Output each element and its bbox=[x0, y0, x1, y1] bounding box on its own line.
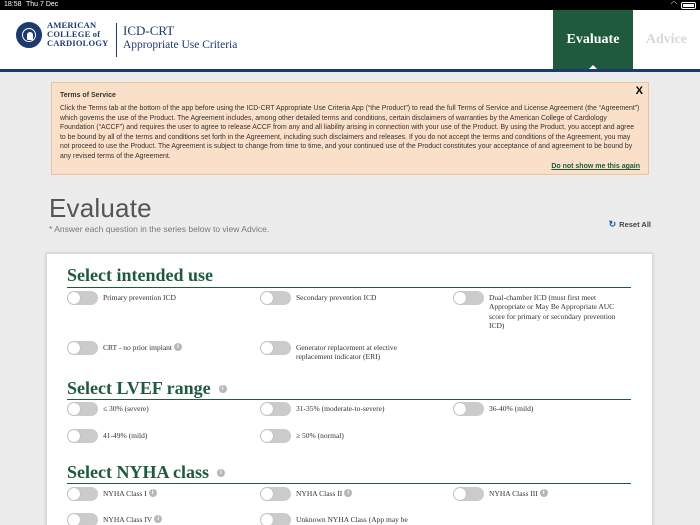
section-title-text: Select LVEF range bbox=[67, 378, 211, 398]
org-name-line-3: CARDIOLOGY bbox=[47, 38, 109, 48]
app-title: ICD-CRT Appropriate Use Criteria bbox=[123, 23, 237, 53]
option-label: Secondary prevention ICD bbox=[296, 293, 377, 302]
option-label-wrap: CRT - no prior implant i bbox=[103, 341, 182, 352]
option-lvef-mild-36-40[interactable]: 36-40% (mild) bbox=[453, 402, 633, 416]
option-label: NYHA Class I bbox=[103, 489, 147, 498]
reset-all-button[interactable]: ↻ Reset All bbox=[609, 219, 651, 230]
option-nyha-unknown[interactable]: Unknown NYHA Class (App may be bbox=[260, 513, 440, 525]
toggle-switch[interactable] bbox=[67, 429, 98, 443]
section-title-text: Select NYHA class bbox=[67, 462, 209, 482]
reset-all-label: Reset All bbox=[619, 220, 651, 229]
toggle-switch[interactable] bbox=[453, 402, 484, 416]
tab-advice[interactable]: Advice bbox=[633, 10, 700, 69]
section-title-lvef: Select LVEF range i bbox=[67, 378, 227, 399]
app-header: AMERICAN COLLEGE of CARDIOLOGY ICD-CRT A… bbox=[0, 10, 700, 72]
option-crt-no-prior-implant[interactable]: CRT - no prior implant i bbox=[67, 341, 247, 355]
option-label: NYHA Class II bbox=[296, 489, 343, 498]
section-divider bbox=[67, 399, 631, 400]
toggle-switch[interactable] bbox=[453, 291, 484, 305]
option-lvef-moderate-severe[interactable]: 31-35% (moderate-to-severe) bbox=[260, 402, 440, 416]
option-nyha-class-3[interactable]: NYHA Class III i bbox=[453, 487, 633, 501]
section-title-nyha: Select NYHA class i bbox=[67, 462, 225, 483]
evaluate-card: Select intended use Primary prevention I… bbox=[46, 253, 653, 525]
section-divider bbox=[67, 287, 631, 288]
toggle-switch[interactable] bbox=[453, 487, 484, 501]
dont-show-again-link[interactable]: Do not show me this again bbox=[551, 163, 640, 170]
option-dual-chamber-icd[interactable]: Dual-chamber ICD (must first meet Approp… bbox=[453, 291, 633, 331]
option-lvef-normal[interactable]: ≥ 50% (normal) bbox=[260, 429, 440, 443]
app-title-main: ICD-CRT bbox=[123, 23, 175, 38]
option-label: NYHA Class III bbox=[489, 489, 538, 498]
toggle-switch[interactable] bbox=[260, 429, 291, 443]
toggle-switch[interactable] bbox=[260, 402, 291, 416]
option-generator-replacement[interactable]: Generator replacement at elective replac… bbox=[260, 341, 440, 362]
info-icon[interactable]: i bbox=[344, 489, 353, 498]
info-icon[interactable]: i bbox=[539, 489, 548, 498]
refresh-icon: ↻ bbox=[608, 219, 617, 229]
toggle-switch[interactable] bbox=[67, 291, 98, 305]
section-title-intended-use: Select intended use bbox=[67, 265, 213, 286]
wifi-icon: ◠ bbox=[670, 1, 677, 8]
option-label: 41-49% (mild) bbox=[103, 431, 148, 440]
status-indicators: ◠ bbox=[671, 0, 696, 10]
battery-icon bbox=[681, 2, 696, 9]
info-icon[interactable]: i bbox=[174, 343, 182, 352]
option-primary-prevention-icd[interactable]: Primary prevention ICD bbox=[67, 291, 247, 305]
status-date: Thu 7 Dec bbox=[26, 1, 59, 8]
option-label: Primary prevention ICD bbox=[103, 293, 176, 302]
option-label: 31-35% (moderate-to-severe) bbox=[296, 404, 385, 413]
app-title-sub: Appropriate Use Criteria bbox=[123, 39, 238, 51]
page-instructions: * Answer each question in the series bel… bbox=[49, 224, 270, 234]
option-label: Generator replacement at elective replac… bbox=[296, 343, 397, 362]
toggle-switch[interactable] bbox=[67, 402, 98, 416]
option-lvef-mild-41-49[interactable]: 41-49% (mild) bbox=[67, 429, 247, 443]
info-icon[interactable]: i bbox=[218, 384, 227, 393]
toggle-switch[interactable] bbox=[67, 487, 98, 501]
option-label: CRT - no prior implant bbox=[103, 343, 172, 352]
option-label: NYHA Class IV bbox=[103, 515, 153, 524]
info-icon[interactable]: i bbox=[148, 489, 157, 498]
terms-notice: Terms of Service Click the Terms tab at … bbox=[51, 82, 649, 175]
toggle-switch[interactable] bbox=[260, 291, 291, 305]
toggle-switch[interactable] bbox=[260, 341, 291, 355]
acc-seal-icon bbox=[16, 21, 42, 48]
option-label: Unknown NYHA Class (App may be bbox=[296, 515, 408, 524]
section-divider bbox=[67, 483, 631, 484]
terms-body: Click the Terms tab at the bottom of the… bbox=[60, 105, 640, 160]
option-label: 36-40% (mild) bbox=[489, 404, 534, 413]
close-icon[interactable]: X bbox=[636, 85, 643, 97]
page-title: Evaluate bbox=[49, 193, 152, 223]
option-label-wrap: NYHA Class Ii bbox=[103, 487, 157, 498]
status-bar: 18:58 Thu 7 Dec ◠ bbox=[0, 0, 700, 10]
option-label: Dual-chamber ICD (must first meet Approp… bbox=[489, 293, 616, 331]
org-name: AMERICAN COLLEGE of CARDIOLOGY bbox=[47, 21, 109, 48]
toggle-switch[interactable] bbox=[67, 513, 98, 525]
option-nyha-class-1[interactable]: NYHA Class Ii bbox=[67, 487, 247, 501]
terms-title: Terms of Service bbox=[60, 92, 116, 99]
section-title-text: Select intended use bbox=[67, 265, 213, 285]
tab-evaluate[interactable]: Evaluate bbox=[553, 10, 633, 69]
option-label: ≥ 50% (normal) bbox=[296, 431, 344, 440]
option-label-wrap: NYHA Class II i bbox=[296, 487, 353, 498]
option-label-wrap: NYHA Class IV i bbox=[103, 513, 163, 524]
toggle-switch[interactable] bbox=[67, 341, 98, 355]
option-label: ≤ 30% (severe) bbox=[103, 404, 149, 413]
status-time: 18:58 bbox=[4, 1, 22, 8]
info-icon[interactable]: i bbox=[216, 468, 225, 477]
toggle-switch[interactable] bbox=[260, 487, 291, 501]
toggle-switch[interactable] bbox=[260, 513, 291, 525]
option-lvef-severe[interactable]: ≤ 30% (severe) bbox=[67, 402, 247, 416]
acc-logo: AMERICAN COLLEGE of CARDIOLOGY bbox=[16, 21, 109, 48]
option-label-wrap: NYHA Class III i bbox=[489, 487, 548, 498]
option-secondary-prevention-icd[interactable]: Secondary prevention ICD bbox=[260, 291, 440, 305]
info-icon[interactable]: i bbox=[154, 515, 163, 524]
option-nyha-class-4[interactable]: NYHA Class IV i bbox=[67, 513, 247, 525]
option-nyha-class-2[interactable]: NYHA Class II i bbox=[260, 487, 440, 501]
header-divider bbox=[116, 23, 117, 57]
